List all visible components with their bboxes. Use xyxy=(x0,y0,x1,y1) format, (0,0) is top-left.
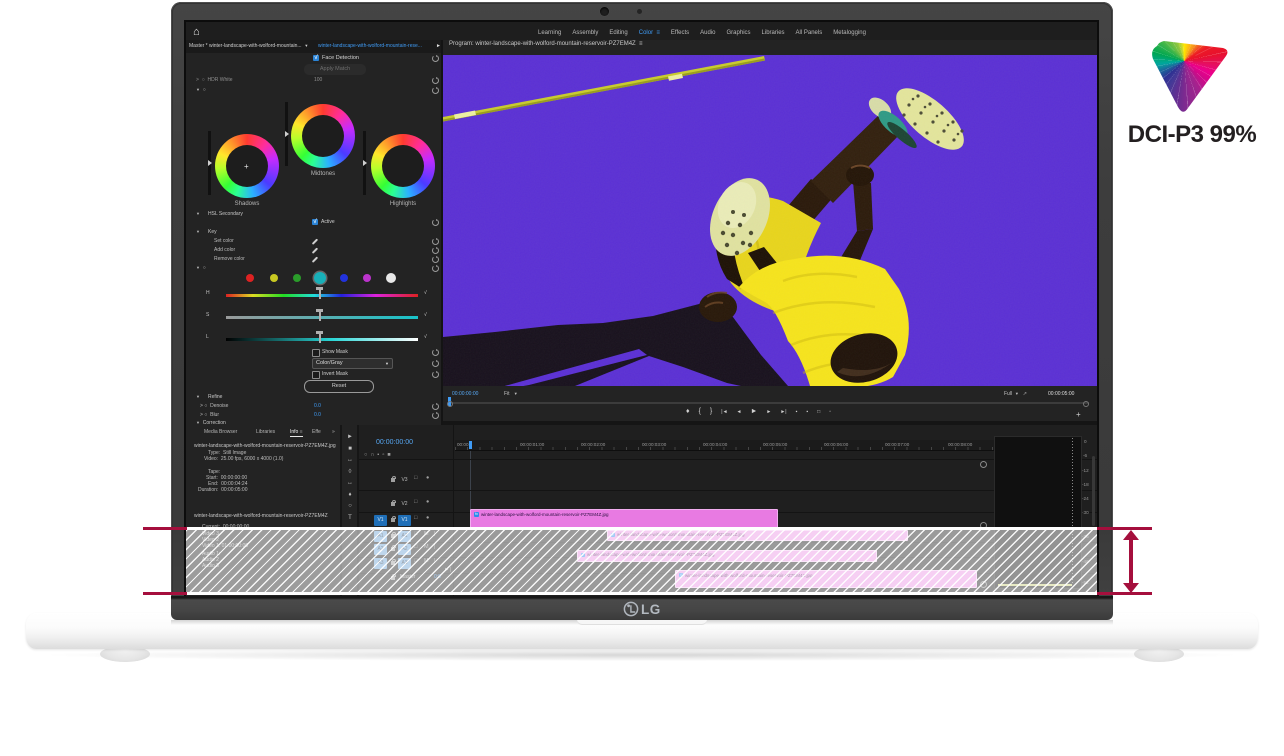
svg-text:LG: LG xyxy=(641,602,661,617)
